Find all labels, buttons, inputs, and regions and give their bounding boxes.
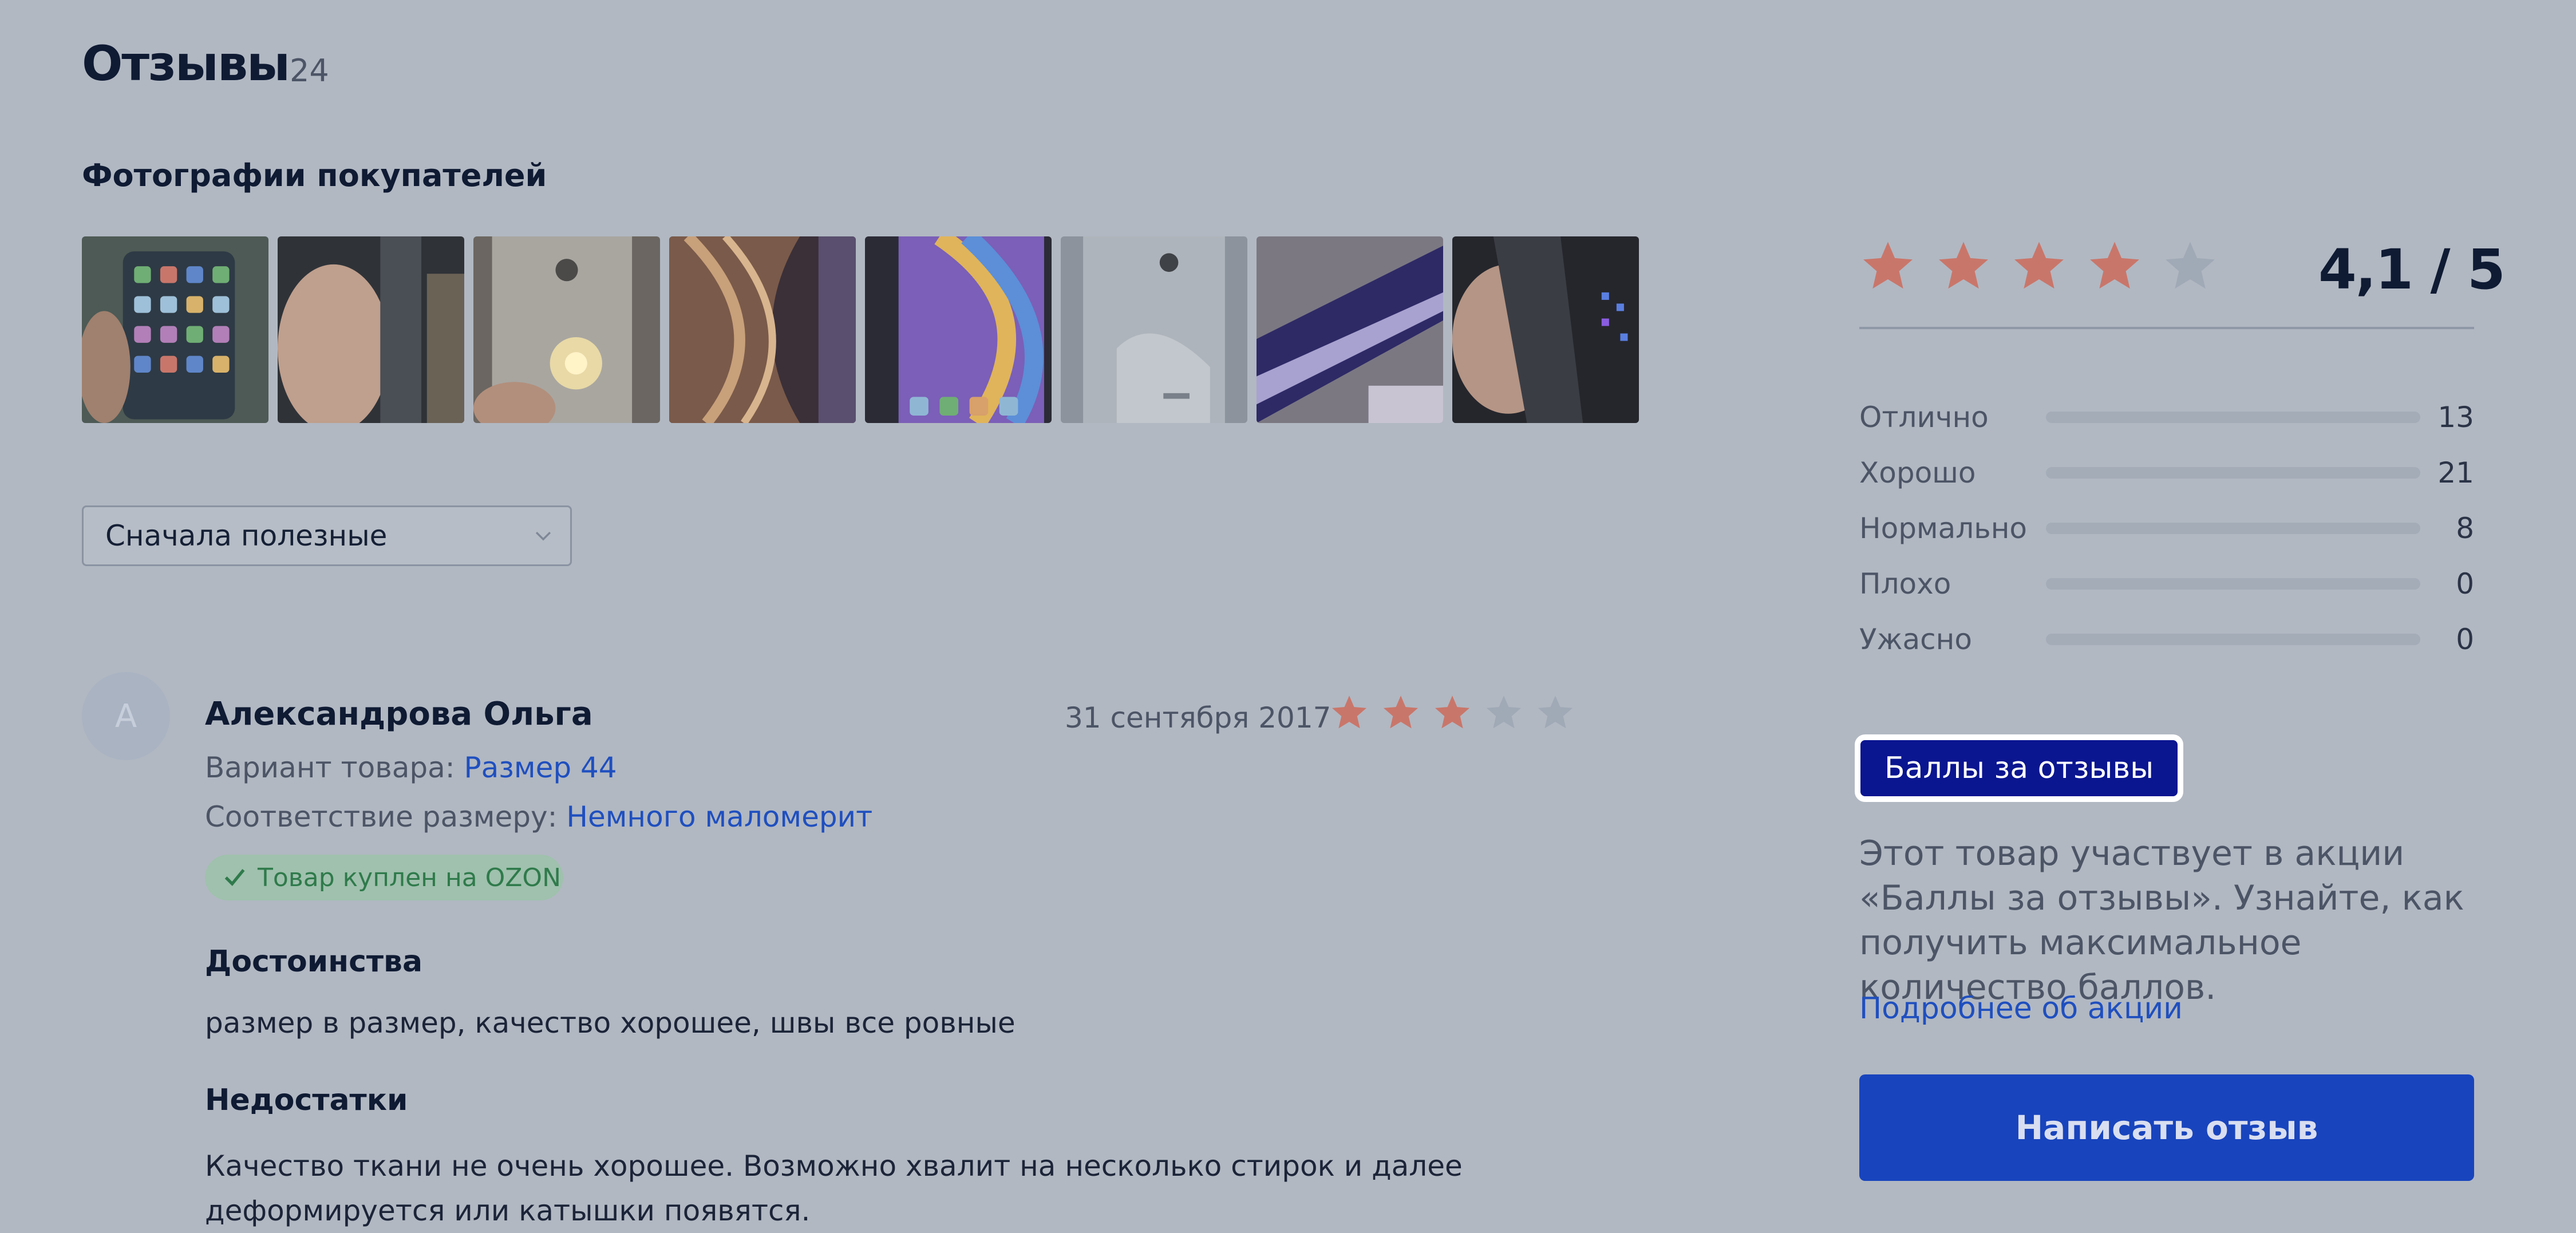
rating-distribution-count: 13	[2437, 400, 2474, 434]
review-date: 31 сентября 2017	[1065, 701, 1332, 734]
promo-details-link[interactable]: Подробнее об акции	[1859, 991, 2183, 1026]
checkmark-icon	[224, 869, 245, 886]
sort-selected-value: Сначала полезные	[105, 519, 388, 552]
star-filled-icon	[1939, 242, 1988, 289]
customer-photos-strip	[82, 236, 1639, 423]
customer-photo[interactable]	[1257, 236, 1443, 423]
write-review-label: Написать отзыв	[2015, 1108, 2318, 1147]
review-author: Александрова Ольга	[205, 695, 593, 733]
rating-distribution-row: Хорошо 21	[1859, 445, 2474, 500]
rating-distribution-count: 8	[2456, 511, 2474, 545]
customer-photo[interactable]	[278, 236, 464, 423]
rating-distribution-count: 21	[2437, 456, 2474, 489]
rating-distribution-label: Ужасно	[1859, 622, 1972, 656]
chevron-down-icon	[535, 531, 551, 541]
sort-select[interactable]: Сначала полезные	[82, 505, 572, 566]
overall-rating-value: 4,1 / 5	[2318, 238, 2506, 302]
cons-heading: Недостатки	[205, 1083, 408, 1117]
star-empty-icon	[1486, 695, 1522, 729]
star-filled-icon	[1332, 695, 1367, 729]
page-title: Отзывы	[82, 35, 290, 92]
rating-distribution-bar	[2046, 467, 2420, 479]
review-points-label: Баллы за отзывы	[1884, 751, 2154, 785]
customer-photo[interactable]	[473, 236, 660, 423]
star-filled-icon	[1863, 242, 1913, 289]
fit-link[interactable]: Немного маломерит	[566, 800, 872, 833]
rating-distribution: Отлично 13 Хорошо 21 Нормально 8 Плохо 0 Ужасно 0	[1859, 389, 2474, 667]
rating-distribution-label: Плохо	[1859, 567, 1951, 600]
rating-distribution-row: Нормально 8	[1859, 500, 2474, 556]
product-variant: Вариант товара: Размер 44	[205, 751, 617, 784]
verified-purchase-label: Товар куплен на OZON	[258, 863, 561, 892]
divider	[1859, 327, 2474, 329]
customer-photos-heading: Фотографии покупателей	[82, 157, 547, 193]
star-filled-icon	[2090, 242, 2139, 289]
review-points-button[interactable]: Баллы за отзывы	[1855, 734, 2184, 802]
fit-label: Соответствие размеру:	[205, 800, 558, 833]
rating-distribution-bar	[2046, 578, 2420, 590]
star-filled-icon	[1435, 695, 1470, 729]
star-filled-icon	[2014, 242, 2064, 289]
variant-link[interactable]: Размер 44	[464, 751, 617, 784]
size-fit: Соответствие размеру: Немного маломерит	[205, 800, 872, 833]
reviews-count: 24	[290, 53, 329, 89]
rating-distribution-row: Отлично 13	[1859, 389, 2474, 445]
star-empty-icon	[1538, 695, 1573, 729]
rating-distribution-bar	[2046, 522, 2420, 534]
rating-distribution-label: Отлично	[1859, 400, 1989, 434]
rating-distribution-bar	[2046, 411, 2420, 423]
rating-distribution-label: Нормально	[1859, 511, 2027, 545]
rating-distribution-row: Плохо 0	[1859, 556, 2474, 611]
customer-photo[interactable]	[1452, 236, 1639, 423]
promo-description: Этот товар участвует в акции «Баллы за о…	[1859, 833, 2464, 1007]
customer-photo[interactable]	[1061, 236, 1247, 423]
review-star-rating	[1329, 693, 1575, 733]
pros-text: размер в размер, качество хорошее, швы в…	[205, 1006, 1016, 1040]
star-empty-icon	[2166, 242, 2215, 289]
verified-purchase-badge: Товар куплен на OZON	[205, 855, 563, 900]
rating-distribution-row: Ужасно 0	[1859, 611, 2474, 667]
rating-distribution-count: 0	[2456, 622, 2474, 656]
rating-distribution-count: 0	[2456, 567, 2474, 600]
customer-photo[interactable]	[669, 236, 856, 423]
star-filled-icon	[1383, 695, 1419, 729]
customer-photo[interactable]	[82, 236, 268, 423]
rating-distribution-bar	[2046, 633, 2420, 645]
pros-heading: Достоинства	[205, 944, 423, 979]
rating-distribution-label: Хорошо	[1859, 456, 1976, 489]
customer-photo[interactable]	[865, 236, 1052, 423]
cons-text: Качество ткани не очень хорошее. Возможн…	[205, 1149, 1463, 1227]
avatar: А	[82, 672, 170, 760]
overall-star-rating	[1859, 238, 2219, 295]
write-review-button[interactable]: Написать отзыв	[1859, 1074, 2474, 1181]
variant-label: Вариант товара:	[205, 751, 455, 784]
